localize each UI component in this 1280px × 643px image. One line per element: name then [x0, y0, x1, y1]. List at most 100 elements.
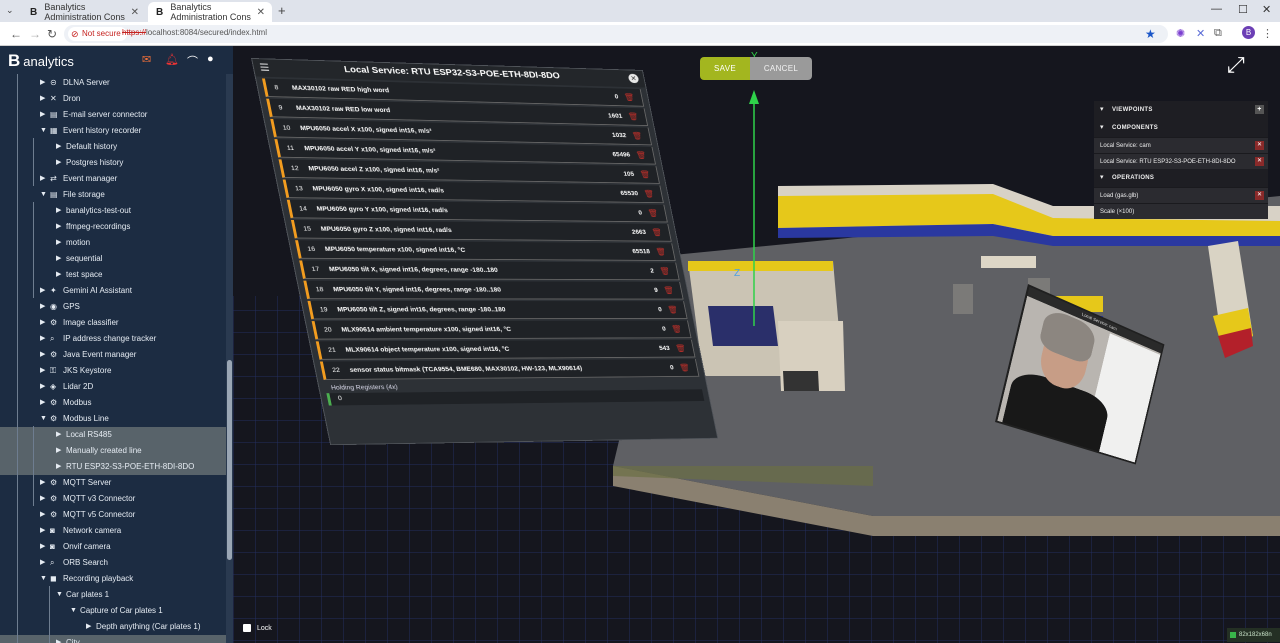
trash-icon[interactable]: 🗑︎: [622, 89, 636, 107]
maximize-icon[interactable]: ☐: [1238, 3, 1248, 16]
trash-icon[interactable]: 🗑︎: [666, 301, 680, 319]
caret-right-icon[interactable]: ▶: [56, 267, 61, 283]
browser-tab-1[interactable]: B Banalytics Administration Cons ✕: [22, 2, 146, 22]
components-section[interactable]: COMPONENTS: [1094, 119, 1268, 137]
3d-viewport[interactable]: Z Y ☰ Local Service: RTU ESP32-S3-POE-ET…: [233, 46, 1280, 643]
caret-right-icon[interactable]: ▶: [56, 203, 61, 219]
trash-icon[interactable]: 🗑︎: [678, 359, 692, 377]
forward-icon[interactable]: →: [29, 27, 41, 41]
url-input[interactable]: Not secure https://localhost:8084/secure…: [64, 25, 1168, 43]
caret-right-icon[interactable]: ▶: [56, 443, 61, 459]
caret-down-icon[interactable]: ▼: [40, 187, 47, 203]
trash-icon[interactable]: 🗑︎: [658, 263, 672, 281]
caret-right-icon[interactable]: ▶: [40, 507, 45, 523]
tree-item[interactable]: ▶ ⚿ JKS Keystore: [0, 363, 226, 379]
caret-right-icon[interactable]: ▶: [40, 379, 45, 395]
tree-item[interactable]: ▼ ▦ Event history recorder: [0, 123, 226, 139]
caret-right-icon[interactable]: ▶: [40, 539, 45, 555]
trash-icon[interactable]: 🗑︎: [670, 321, 684, 339]
tree-item[interactable]: ▶ ⌕ IP address change tracker: [0, 331, 226, 347]
register-row[interactable]: 19 MPU6050 tilt Z, signed int16, degrees,…: [307, 301, 687, 319]
tree-item[interactable]: ▶ ◙ Network camera: [0, 523, 226, 539]
operation-item[interactable]: Load (gas.glb) ✕: [1094, 187, 1268, 203]
minimize-icon[interactable]: —: [1211, 3, 1222, 15]
caret-right-icon[interactable]: ▶: [40, 347, 45, 363]
remove-component-button[interactable]: ✕: [1255, 141, 1264, 150]
caret-right-icon[interactable]: ▶: [40, 523, 45, 539]
caret-down-icon[interactable]: ▼: [70, 603, 77, 619]
viewpoints-section[interactable]: VIEWPOINTS+: [1094, 101, 1268, 119]
local-service-panel[interactable]: ☰ Local Service: RTU ESP32-S3-POE-ETH-8D…: [251, 58, 718, 445]
trash-icon[interactable]: 🗑︎: [638, 166, 652, 184]
register-row[interactable]: 14 MPU6050 gyro Y x100, signed int16, rad…: [287, 200, 668, 223]
tab-search-icon[interactable]: ⌄: [6, 5, 14, 16]
tree-item[interactable]: ▼ ▤ File storage: [0, 187, 226, 203]
tree-item[interactable]: ▼ ⚙ Modbus Line: [0, 411, 226, 427]
register-row[interactable]: 15 MPU6050 gyro Z x100, signed int16, rad…: [291, 220, 672, 242]
caret-right-icon[interactable]: ▶: [86, 619, 91, 635]
bell-icon[interactable]: 🔔︎: [165, 53, 179, 66]
caret-down-icon[interactable]: ▼: [56, 587, 63, 603]
tree-item[interactable]: ▶ ◉ GPS: [0, 299, 226, 315]
caret-right-icon[interactable]: ▶: [56, 139, 61, 155]
tree-item[interactable]: ▶ ⚙ MQTT v5 Connector: [0, 507, 226, 523]
register-row[interactable]: 18 MPU6050 tilt Y, signed int16, degrees,…: [303, 281, 683, 300]
tree-item[interactable]: ▶ ⚙ Java Event manager: [0, 347, 226, 363]
user-icon[interactable]: ●: [207, 53, 214, 65]
remove-component-button[interactable]: ✕: [1255, 157, 1264, 166]
trash-icon[interactable]: 🗑︎: [642, 185, 656, 203]
caret-right-icon[interactable]: ▶: [56, 427, 61, 443]
browser-tab-2-active[interactable]: B Banalytics Administration Cons ✕: [148, 2, 272, 22]
new-tab-button[interactable]: +: [278, 3, 286, 18]
sidebar-scrollbar-thumb[interactable]: [227, 360, 232, 560]
operation-item[interactable]: Scale (×100): [1094, 203, 1268, 219]
caret-right-icon[interactable]: ▶: [40, 331, 45, 347]
caret-right-icon[interactable]: ▶: [56, 635, 61, 643]
app-logo[interactable]: Banalytics: [8, 51, 74, 71]
mail-icon[interactable]: ✉: [142, 53, 151, 66]
register-row[interactable]: 16 MPU6050 temperature x100, signed int16…: [295, 240, 676, 261]
tree-item[interactable]: ▶ ⚙ Modbus: [0, 395, 226, 411]
caret-right-icon[interactable]: ▶: [56, 235, 61, 251]
lock-toggle[interactable]: Lock: [243, 624, 272, 632]
hamburger-menu-icon[interactable]: ☰: [258, 59, 271, 77]
caret-right-icon[interactable]: ▶: [40, 395, 45, 411]
close-panel-icon[interactable]: ✕: [628, 74, 640, 84]
tree-item[interactable]: ▶ ✕ Dron: [0, 91, 226, 107]
save-button[interactable]: SAVE: [700, 57, 750, 80]
not-secure-badge[interactable]: Not secure: [68, 27, 127, 41]
caret-right-icon[interactable]: ▶: [40, 299, 45, 315]
caret-right-icon[interactable]: ▶: [40, 315, 45, 331]
close-tab-icon[interactable]: ✕: [257, 7, 265, 18]
caret-right-icon[interactable]: ▶: [40, 555, 45, 571]
logout-icon[interactable]: ⌒: [187, 53, 198, 69]
trash-icon[interactable]: 🗑︎: [634, 147, 648, 165]
caret-right-icon[interactable]: ▶: [40, 91, 45, 107]
add-viewpoint-button[interactable]: +: [1255, 105, 1264, 114]
trash-icon[interactable]: 🗑︎: [662, 282, 676, 300]
caret-right-icon[interactable]: ▶: [40, 171, 45, 187]
reload-icon[interactable]: ↻: [47, 27, 57, 41]
caret-right-icon[interactable]: ▶: [40, 363, 45, 379]
caret-down-icon[interactable]: ▼: [40, 571, 47, 587]
tree-item[interactable]: ▶ Depth anything (Car plates 1): [0, 619, 226, 635]
caret-down-icon[interactable]: ▼: [40, 123, 47, 139]
register-row[interactable]: 17 MPU6050 tilt X, signed int16, degrees,…: [299, 260, 679, 280]
register-row[interactable]: 20 MLX90614 ambient temperature x100, sig…: [312, 321, 692, 340]
fullscreen-icon[interactable]: ⤢: [1227, 52, 1245, 78]
tree-item[interactable]: ▶ ⚙ Image classifier: [0, 315, 226, 331]
caret-right-icon[interactable]: ▶: [40, 107, 45, 123]
holding-register-row[interactable]: 0: [326, 389, 704, 405]
caret-right-icon[interactable]: ▶: [56, 251, 61, 267]
back-icon[interactable]: ←: [10, 27, 22, 41]
trash-icon[interactable]: 🗑︎: [646, 205, 660, 223]
cancel-button[interactable]: CANCEL: [750, 57, 812, 80]
caret-right-icon[interactable]: ▶: [40, 75, 45, 91]
remove-operation-button[interactable]: ✕: [1255, 191, 1264, 200]
register-row[interactable]: 21 MLX90614 object temperature x100, sign…: [316, 340, 696, 360]
caret-right-icon[interactable]: ▶: [40, 475, 45, 491]
browser-menu-icon[interactable]: ⋮: [1262, 27, 1273, 40]
trash-icon[interactable]: 🗑︎: [654, 243, 668, 261]
caret-right-icon[interactable]: ▶: [40, 283, 45, 299]
tree-item[interactable]: ▶ ◙ Onvif camera: [0, 539, 226, 555]
